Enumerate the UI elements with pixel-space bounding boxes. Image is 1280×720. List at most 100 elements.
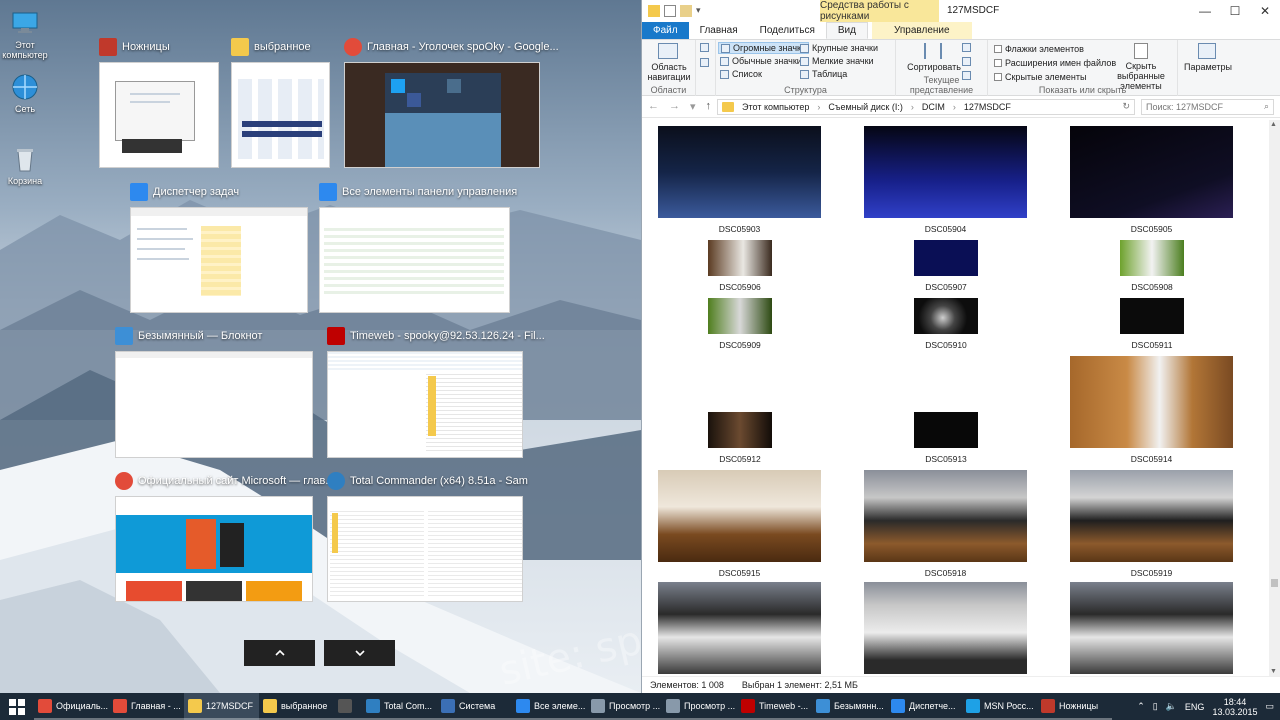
notepad-icon — [816, 698, 830, 713]
taskbar-item[interactable]: Ножницы — [1037, 693, 1112, 720]
folder-icon[interactable] — [648, 5, 660, 17]
tab-view[interactable]: Вид — [825, 22, 868, 39]
start-button[interactable] — [0, 693, 34, 720]
desktop-icon-recycle-bin[interactable]: Корзина — [2, 144, 48, 186]
properties-icon[interactable] — [664, 5, 676, 17]
taskbar-item[interactable]: Система — [437, 693, 512, 720]
taskbar-item[interactable]: Просмотр ... — [587, 693, 662, 720]
refresh-icon[interactable]: ↻ — [1122, 101, 1134, 112]
tab-share[interactable]: Поделиться — [749, 22, 826, 39]
file-item[interactable] — [864, 582, 1027, 674]
desktop-icon-this-pc[interactable]: Этот компьютер — [2, 8, 48, 60]
file-item[interactable]: DSC05911 — [1120, 298, 1184, 350]
breadcrumb-item[interactable]: Этот компьютер — [742, 102, 809, 112]
file-item[interactable]: DSC05910 — [914, 298, 978, 350]
breadcrumb-item[interactable]: Съемный диск (I:) — [828, 102, 903, 112]
snap-window-filezilla[interactable]: Timeweb - spooky@92.53.126.24 - Fil... — [327, 327, 545, 459]
network-icon[interactable]: ▯ — [1153, 701, 1158, 712]
taskbar-item[interactable]: Безымянн... — [812, 693, 887, 720]
file-item[interactable]: DSC05908 — [1120, 240, 1184, 292]
notifications-icon[interactable]: ▭ — [1265, 701, 1274, 712]
taskbar-item[interactable]: Timeweb -... — [737, 693, 812, 720]
preview-pane-icon[interactable] — [700, 43, 709, 52]
snap-window-favorites[interactable]: выбранное — [231, 38, 331, 170]
scrollbar-thumb[interactable] — [1271, 579, 1278, 587]
file-item[interactable]: DSC05909 — [708, 298, 772, 350]
file-item[interactable]: DSC05903 — [658, 126, 821, 234]
layout-medium-icons[interactable]: Обычные значки — [720, 56, 802, 66]
search-input[interactable]: Поиск: 127MSDCF ⌕ — [1141, 98, 1274, 115]
scroll-up-button[interactable] — [244, 640, 315, 666]
snap-window-task-manager[interactable]: Диспетчер задач — [130, 183, 310, 315]
tab-manage[interactable]: Управление — [871, 22, 972, 39]
scroll-down-button[interactable] — [324, 640, 395, 666]
file-item[interactable] — [1070, 582, 1233, 674]
language-indicator[interactable]: ENG — [1185, 702, 1205, 712]
file-item[interactable] — [658, 582, 821, 674]
file-item[interactable]: DSC05904 — [864, 126, 1027, 234]
file-item[interactable]: DSC05918 — [864, 470, 1027, 578]
taskbar-item[interactable]: Диспетче... — [887, 693, 962, 720]
snap-window-control-panel[interactable]: Все элементы панели управления — [319, 183, 517, 315]
snap-window-total-commander[interactable]: Total Commander (x64) 8.51a - Sam — [327, 472, 528, 604]
snap-window-chrome-microsoft[interactable]: Официальный сайт Microsoft — глав... — [115, 472, 335, 604]
clock[interactable]: 18:44 13.03.2015 — [1212, 697, 1257, 717]
breadcrumb[interactable]: Этот компьютер › Съемный диск (I:) › DCIM ›… — [717, 98, 1135, 115]
taskbar-item[interactable]: Главная - ... — [109, 693, 184, 720]
forward-arrow-icon[interactable]: → — [669, 100, 680, 113]
breadcrumb-item[interactable]: 127MSDCF — [964, 102, 1011, 112]
close-button[interactable]: ✕ — [1250, 0, 1280, 22]
layout-large-icons[interactable]: Крупные значки — [800, 43, 878, 53]
file-item[interactable]: DSC05914 — [1070, 356, 1233, 464]
snap-window-chrome-spooky[interactable]: Главная - Уголочек spoOky - Google... — [344, 38, 559, 170]
file-item[interactable]: DSC05907 — [914, 240, 978, 292]
file-item[interactable]: DSC05905 — [1070, 126, 1233, 234]
show-hidden-icons-icon[interactable]: ⌃ — [1137, 701, 1145, 712]
snap-window-title: Безымянный — Блокнот — [115, 327, 262, 345]
taskbar-item[interactable]: Все элеме... — [512, 693, 587, 720]
layout-details[interactable]: Таблица — [800, 69, 847, 79]
layout-extra-large-icons[interactable]: Огромные значки — [718, 42, 809, 54]
taskbar-item[interactable]: Официаль... — [34, 693, 109, 720]
tab-file[interactable]: Файл — [642, 22, 689, 39]
scroll-down-arrow-icon[interactable]: ▼ — [1270, 668, 1277, 675]
hidden-items-toggle[interactable]: Скрытые элементы — [994, 72, 1086, 82]
file-item[interactable]: DSC05919 — [1070, 470, 1233, 578]
file-extensions-toggle[interactable]: Расширения имен файлов — [994, 58, 1116, 68]
taskbar-item[interactable]: 127MSDCF — [184, 693, 259, 720]
options-button[interactable]: Параметры — [1180, 62, 1236, 72]
breadcrumb-item[interactable]: DCIM — [922, 102, 945, 112]
taskbar-item[interactable]: Просмотр ... — [662, 693, 737, 720]
minimize-button[interactable]: — — [1190, 0, 1220, 22]
add-columns-icon[interactable] — [962, 57, 971, 66]
desktop-icon-network[interactable]: Сеть — [2, 72, 48, 114]
taskbar-item[interactable]: Total Com... — [362, 693, 437, 720]
back-arrow-icon[interactable]: ← — [648, 100, 659, 113]
layout-small-icons[interactable]: Мелкие значки — [800, 56, 874, 66]
volume-icon[interactable]: 🔈 — [1166, 701, 1177, 712]
file-item[interactable]: DSC05912 — [708, 412, 772, 464]
maximize-button[interactable]: ☐ — [1220, 0, 1250, 22]
details-pane-icon[interactable] — [700, 58, 709, 67]
snap-window-snipping[interactable]: Ножницы — [99, 38, 221, 170]
group-by-icon[interactable] — [962, 43, 971, 52]
snap-window-notepad[interactable]: Безымянный — Блокнот — [115, 327, 315, 459]
snap-window-thumbnail — [115, 351, 313, 458]
qat-dropdown-icon[interactable]: ▾ — [696, 5, 701, 17]
item-checkboxes-toggle[interactable]: Флажки элементов — [994, 44, 1084, 54]
file-item[interactable]: DSC05913 — [914, 412, 978, 464]
new-folder-icon[interactable] — [680, 5, 692, 17]
navigation-pane-button[interactable]: Область навигации — [644, 62, 694, 82]
taskbar-item[interactable]: выбранное — [259, 693, 334, 720]
file-item[interactable]: DSC05915 — [658, 470, 821, 578]
file-item[interactable]: DSC05906 — [708, 240, 772, 292]
vertical-scrollbar[interactable]: ▲ ▼ — [1269, 120, 1280, 676]
recent-locations-icon[interactable]: ▾ — [690, 100, 696, 113]
tab-home[interactable]: Главная — [689, 22, 749, 39]
layout-list[interactable]: Список — [720, 69, 762, 79]
scroll-up-arrow-icon[interactable]: ▲ — [1270, 121, 1277, 128]
sort-button[interactable]: Сортировать — [904, 62, 964, 72]
up-arrow-icon[interactable]: ↑ — [706, 100, 712, 113]
taskbar-item[interactable] — [334, 693, 362, 720]
taskbar-item[interactable]: MSN Росс... — [962, 693, 1037, 720]
